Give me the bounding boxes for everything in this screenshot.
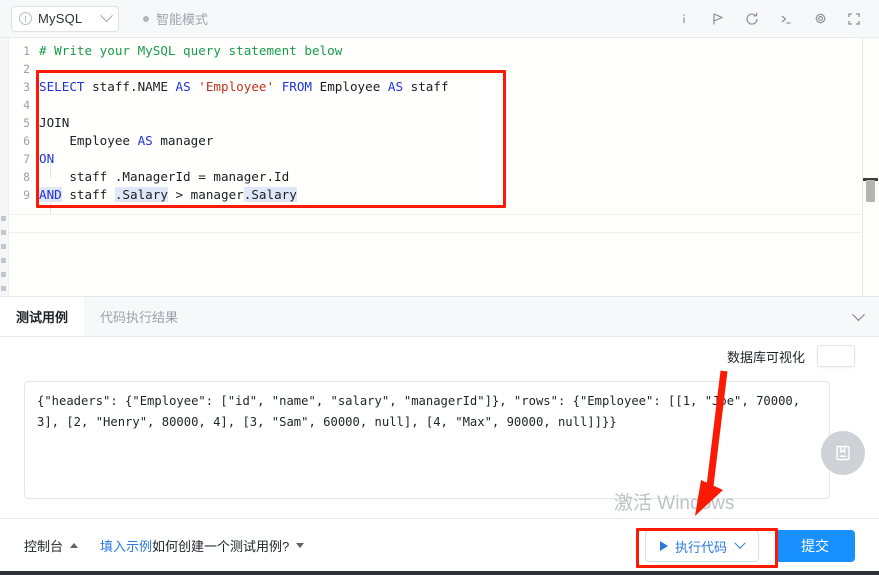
db-visualize-row: 数据库可视化 <box>727 345 855 367</box>
chevron-down-icon <box>852 307 865 321</box>
editor-vertical-scrollbar[interactable] <box>866 180 875 202</box>
hint-text: 如何创建一个测试用例? <box>152 538 290 554</box>
line-number: 4 <box>23 98 30 112</box>
mode-indicator[interactable]: 智能模式 <box>143 9 208 28</box>
language-label: MySQL <box>38 11 83 26</box>
db-visualize-toggle[interactable] <box>817 345 855 367</box>
line-number: 3 <box>23 80 30 94</box>
editor-scrollbar-track[interactable] <box>862 38 879 296</box>
language-select[interactable]: MySQL <box>11 5 119 32</box>
code-line[interactable]: 5 JOIN <box>9 114 861 132</box>
fullscreen-icon[interactable] <box>839 4 869 34</box>
code-line[interactable]: 9 AND staff .Salary > manager.Salary <box>9 186 861 204</box>
status-dot-icon <box>143 15 149 22</box>
testcase-hint-button[interactable]: 填入示例 如何创建一个测试用例? <box>100 536 305 555</box>
editor-resize-handle[interactable] <box>1 216 6 291</box>
indent-guide <box>50 196 51 214</box>
top-toolbar: MySQL 智能模式 <box>0 0 879 38</box>
run-code-button[interactable]: 执行代码 <box>644 530 759 562</box>
caret-down-icon <box>296 542 305 548</box>
line-number: 5 <box>23 116 30 130</box>
code-editor[interactable]: 1 # Write your MySQL query statement belo… <box>0 38 879 296</box>
results-panel: 测试用例 代码执行结果 数据库可视化 {"headers": {"Employe… <box>0 296 879 518</box>
line-number: 1 <box>23 44 30 58</box>
code-line-text: # Write your MySQL query statement below <box>39 43 343 58</box>
tab-execution-result[interactable]: 代码执行结果 <box>84 297 194 336</box>
run-flag-icon[interactable] <box>703 4 733 34</box>
code-line-text: JOIN <box>39 115 70 130</box>
panel-tabbar: 测试用例 代码执行结果 <box>0 297 879 337</box>
code-line[interactable]: 7 ON <box>9 150 861 168</box>
notebook-icon[interactable] <box>821 431 865 475</box>
info-circle-icon <box>19 12 32 25</box>
submit-button[interactable]: 提交 <box>775 530 855 562</box>
tab-testcase-label: 测试用例 <box>16 310 69 325</box>
line-number: 2 <box>23 62 30 76</box>
code-line-text: ON <box>39 151 55 166</box>
caret-up-icon <box>70 542 79 548</box>
code-line[interactable]: 8 staff .ManagerId = manager.Id <box>9 168 861 186</box>
panel-collapse-button[interactable] <box>852 297 865 337</box>
console-label: 控制台 <box>24 538 64 554</box>
console-toggle-button[interactable]: 控制台 <box>24 536 79 555</box>
code-line[interactable]: 2 <box>9 60 861 78</box>
chevron-down-icon <box>100 9 113 23</box>
tab-execution-result-label: 代码执行结果 <box>100 310 179 325</box>
chevron-down-icon[interactable] <box>734 537 746 549</box>
run-code-label: 执行代码 <box>674 539 727 555</box>
line-number: 7 <box>23 152 30 166</box>
code-line-text: SELECT staff.NAME AS 'Employee' FROM Emp… <box>39 79 449 94</box>
terminal-icon[interactable] <box>771 4 801 34</box>
code-line[interactable]: 1 # Write your MySQL query statement belo… <box>9 42 861 60</box>
mode-label: 智能模式 <box>156 12 209 27</box>
settings-icon[interactable] <box>805 4 835 34</box>
code-line-text: staff .ManagerId = manager.Id <box>39 169 290 184</box>
code-content[interactable]: 1 # Write your MySQL query statement belo… <box>9 38 861 204</box>
code-line[interactable]: 4 <box>9 96 861 114</box>
indent-guide <box>50 160 51 178</box>
code-line-text: AND staff .Salary > manager.Salary <box>39 187 297 202</box>
code-line-text: Employee AS manager <box>39 133 214 148</box>
tab-testcase[interactable]: 测试用例 <box>0 297 85 336</box>
testcase-result-text[interactable]: {"headers": {"Employee": ["id", "name", … <box>24 381 830 499</box>
fill-example-link[interactable]: 填入示例 <box>100 536 152 555</box>
bottom-bar: 控制台 填入示例 如何创建一个测试用例? 执行代码 提交 <box>0 518 879 571</box>
reset-icon[interactable] <box>737 4 767 34</box>
db-visualize-label: 数据库可视化 <box>726 349 805 365</box>
line-number: 9 <box>23 188 30 202</box>
line-number: 8 <box>23 170 30 184</box>
toolbar-icon-group <box>665 0 869 38</box>
play-icon <box>659 541 668 551</box>
code-line[interactable]: 3 SELECT staff.NAME AS 'Employee' FROM Em… <box>9 78 861 96</box>
line-number: 6 <box>23 134 30 148</box>
code-line[interactable]: 6 Employee AS manager <box>9 132 861 150</box>
info-icon[interactable] <box>669 4 699 34</box>
window-bottom-edge <box>0 571 879 575</box>
